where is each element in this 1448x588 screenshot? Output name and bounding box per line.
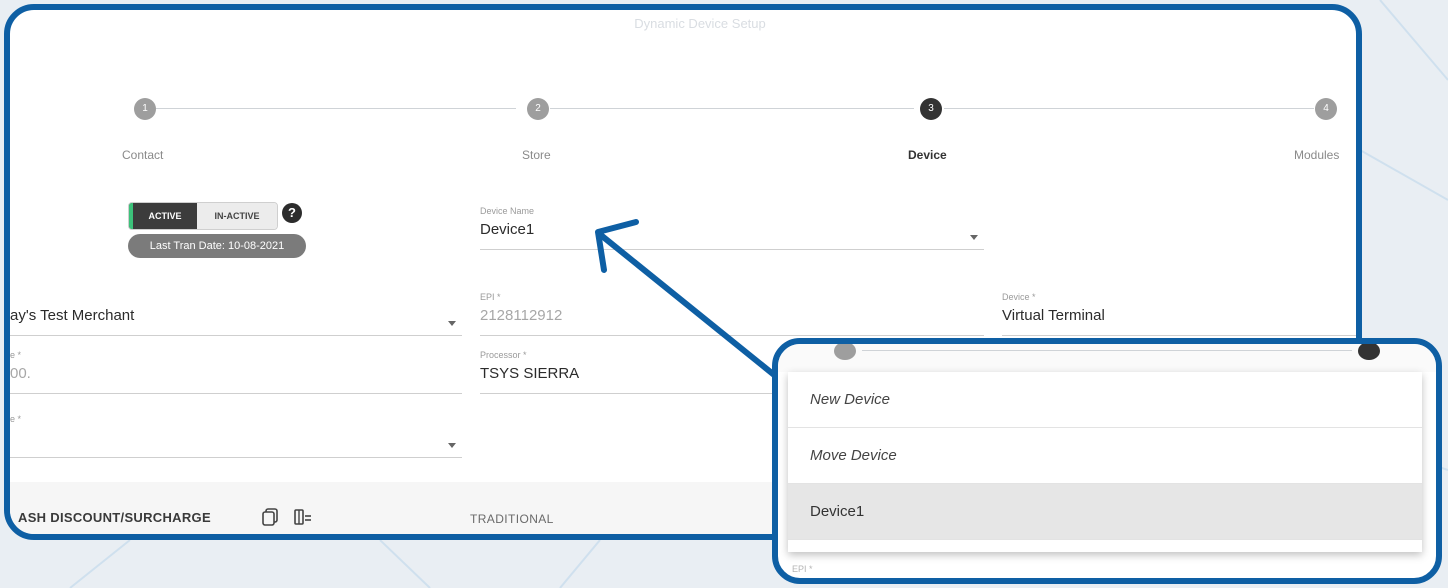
inset-epi-label: EPI * <box>792 564 813 574</box>
processor-label: Processor * <box>480 350 527 360</box>
left-field-3-value <box>10 426 462 450</box>
device-type-label: Device * <box>1002 292 1036 302</box>
step-label-device[interactable]: Device <box>908 148 947 162</box>
step-label-store[interactable]: Store <box>522 148 551 162</box>
last-tran-date-badge: Last Tran Date: 10-08-2021 <box>128 234 306 258</box>
chevron-down-icon <box>448 443 456 448</box>
step-connector <box>156 108 516 109</box>
surcharge-title: ASH DISCOUNT/SURCHARGE <box>18 510 211 525</box>
help-icon[interactable]: ? <box>282 203 302 223</box>
step-4-circle[interactable]: 4 <box>1315 98 1337 120</box>
merchant-value: ay's Test Merchant <box>10 307 135 324</box>
merchant-label <box>10 292 462 304</box>
step-3-circle[interactable]: 3 <box>920 98 942 120</box>
delete-columns-icon[interactable] <box>294 508 312 526</box>
inset-step-circle <box>1358 344 1380 360</box>
step-2-circle[interactable]: 2 <box>527 98 549 120</box>
step-label-contact[interactable]: Contact <box>122 148 163 162</box>
left-field-2[interactable]: e * 00. <box>10 350 462 394</box>
left-field-3-label: e * <box>10 414 22 424</box>
device-name-label: Device Name <box>480 206 535 216</box>
processor-field[interactable]: Processor * TSYS SIERRA <box>480 350 780 394</box>
epi-field[interactable]: EPI * 2128112912 <box>480 292 984 336</box>
step-1-circle[interactable]: 1 <box>134 98 156 120</box>
processor-value: TSYS SIERRA <box>480 365 580 382</box>
inset-callout: New Device Move Device Device1 EPI * <box>772 338 1442 584</box>
dropdown-option-new-device[interactable]: New Device <box>788 372 1422 428</box>
device-name-value: Device1 <box>480 221 535 238</box>
merchant-select[interactable]: ay's Test Merchant <box>10 292 462 336</box>
dropdown-option-device1[interactable]: Device1 <box>788 484 1422 540</box>
left-field-2-value: 00. <box>10 365 31 382</box>
step-connector <box>944 108 1314 109</box>
active-option[interactable]: ACTIVE <box>129 203 197 229</box>
step-connector <box>550 108 914 109</box>
device-type-field[interactable]: Device * Virtual Terminal <box>1002 292 1356 336</box>
inset-stepper-strip <box>778 344 1436 372</box>
device-name-select[interactable]: Device Name Device1 <box>480 206 984 250</box>
device-type-value: Virtual Terminal <box>1002 307 1105 324</box>
copy-icon[interactable] <box>262 508 278 526</box>
chevron-down-icon <box>448 321 456 326</box>
device-dropdown-list: New Device Move Device Device1 <box>788 372 1422 552</box>
inset-step-circle <box>834 344 856 360</box>
status-toggle[interactable]: ACTIVE IN-ACTIVE <box>128 202 278 230</box>
left-field-3-select[interactable]: e * <box>10 414 462 458</box>
page-title: Dynamic Device Setup <box>634 16 766 31</box>
left-field-2-label: e * <box>10 350 22 360</box>
traditional-label: TRADITIONAL <box>470 512 554 526</box>
epi-value: 2128112912 <box>480 307 563 324</box>
epi-label: EPI * <box>480 292 501 302</box>
dropdown-option-move-device[interactable]: Move Device <box>788 428 1422 484</box>
chevron-down-icon <box>970 235 978 240</box>
step-label-modules[interactable]: Modules <box>1294 148 1339 162</box>
inactive-option[interactable]: IN-ACTIVE <box>197 203 277 229</box>
